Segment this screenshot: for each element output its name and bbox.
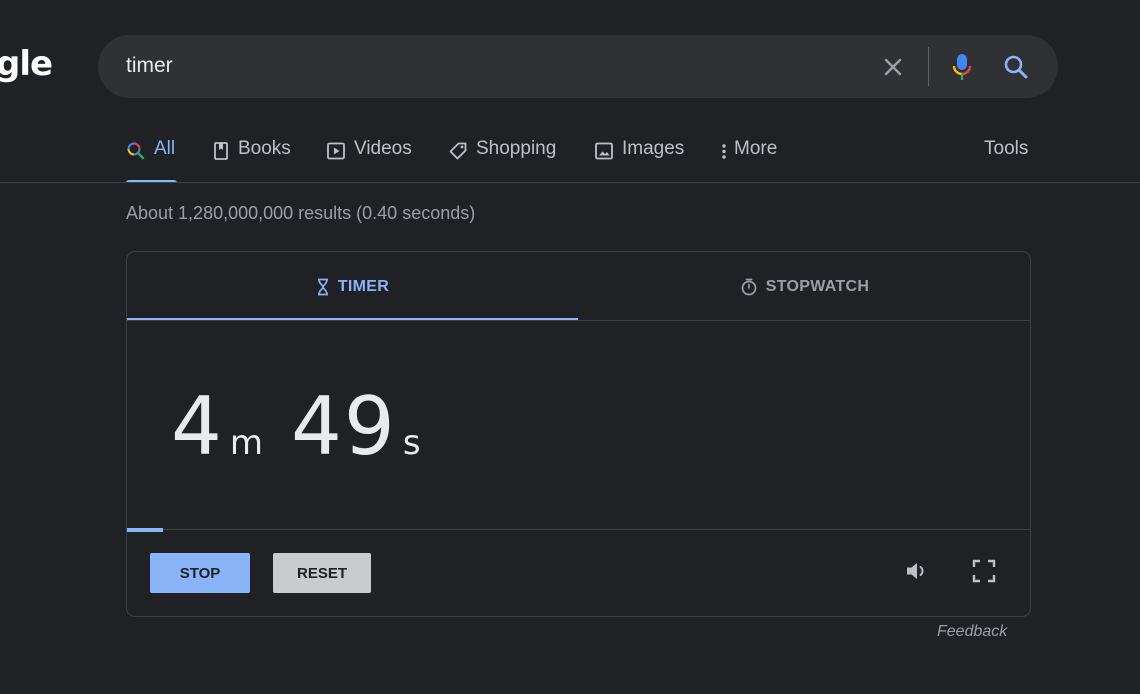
more-vert-icon [722, 144, 726, 159]
search-input[interactable]: timer [126, 54, 173, 78]
card-tabs-divider [127, 320, 1030, 321]
book-icon [214, 142, 228, 160]
timer-display: 4 m 49 s [171, 380, 421, 473]
search-divider [928, 47, 929, 86]
tab-more[interactable]: More [720, 138, 777, 183]
tab-all[interactable]: All [126, 138, 177, 183]
tools-label: Tools [984, 138, 1029, 159]
tab-timer[interactable]: TIMER [127, 252, 578, 321]
close-icon[interactable] [881, 55, 905, 79]
tab-label: Videos [354, 138, 412, 159]
reset-button[interactable]: RESET [273, 553, 371, 593]
tab-label: Images [622, 138, 685, 159]
hourglass-icon [317, 278, 328, 295]
stopwatch-icon [741, 278, 757, 295]
tab-stopwatch[interactable]: STOPWATCH [579, 252, 1030, 321]
sound-icon[interactable] [904, 558, 930, 584]
tab-videos[interactable]: Videos [326, 138, 412, 183]
tab-books[interactable]: Books [212, 138, 291, 183]
mic-icon[interactable] [950, 52, 974, 82]
tab-timer-label: TIMER [337, 277, 390, 295]
tools-button[interactable]: Tools [984, 138, 1028, 183]
timer-seconds-unit: s [402, 423, 421, 463]
search-icon [127, 142, 145, 160]
tab-stopwatch-label: STOPWATCH [765, 277, 870, 295]
timer-minutes: 4 [171, 380, 224, 473]
timer-progress-track [127, 529, 1030, 530]
search-tabs: All Books Videos Shopping Images More To… [126, 138, 1036, 184]
tag-icon [449, 142, 467, 160]
video-icon [327, 142, 345, 160]
stop-button[interactable]: STOP [150, 553, 250, 593]
feedback-link[interactable]: Feedback [937, 623, 1007, 641]
google-logo[interactable]: gle [0, 44, 53, 84]
results-count: About 1,280,000,000 results (0.40 second… [126, 203, 476, 223]
search-icon[interactable] [1003, 54, 1029, 80]
timer-seconds: 49 [291, 380, 397, 473]
timer-widget: TIMER STOPWATCH 4 m 49 s STOP RESET [126, 251, 1031, 617]
tab-label: All [154, 138, 176, 159]
tab-shopping[interactable]: Shopping [448, 138, 556, 183]
fullscreen-icon[interactable] [971, 558, 997, 584]
search-bar[interactable]: timer [98, 35, 1058, 98]
image-icon [595, 142, 613, 160]
tab-images[interactable]: Images [594, 138, 684, 183]
timer-progress-bar [127, 528, 163, 532]
tab-label: More [734, 138, 778, 159]
tab-label: Shopping [476, 138, 557, 159]
tabs-divider [0, 182, 1140, 183]
timer-minutes-unit: m [229, 423, 264, 463]
tab-label: Books [238, 138, 291, 159]
